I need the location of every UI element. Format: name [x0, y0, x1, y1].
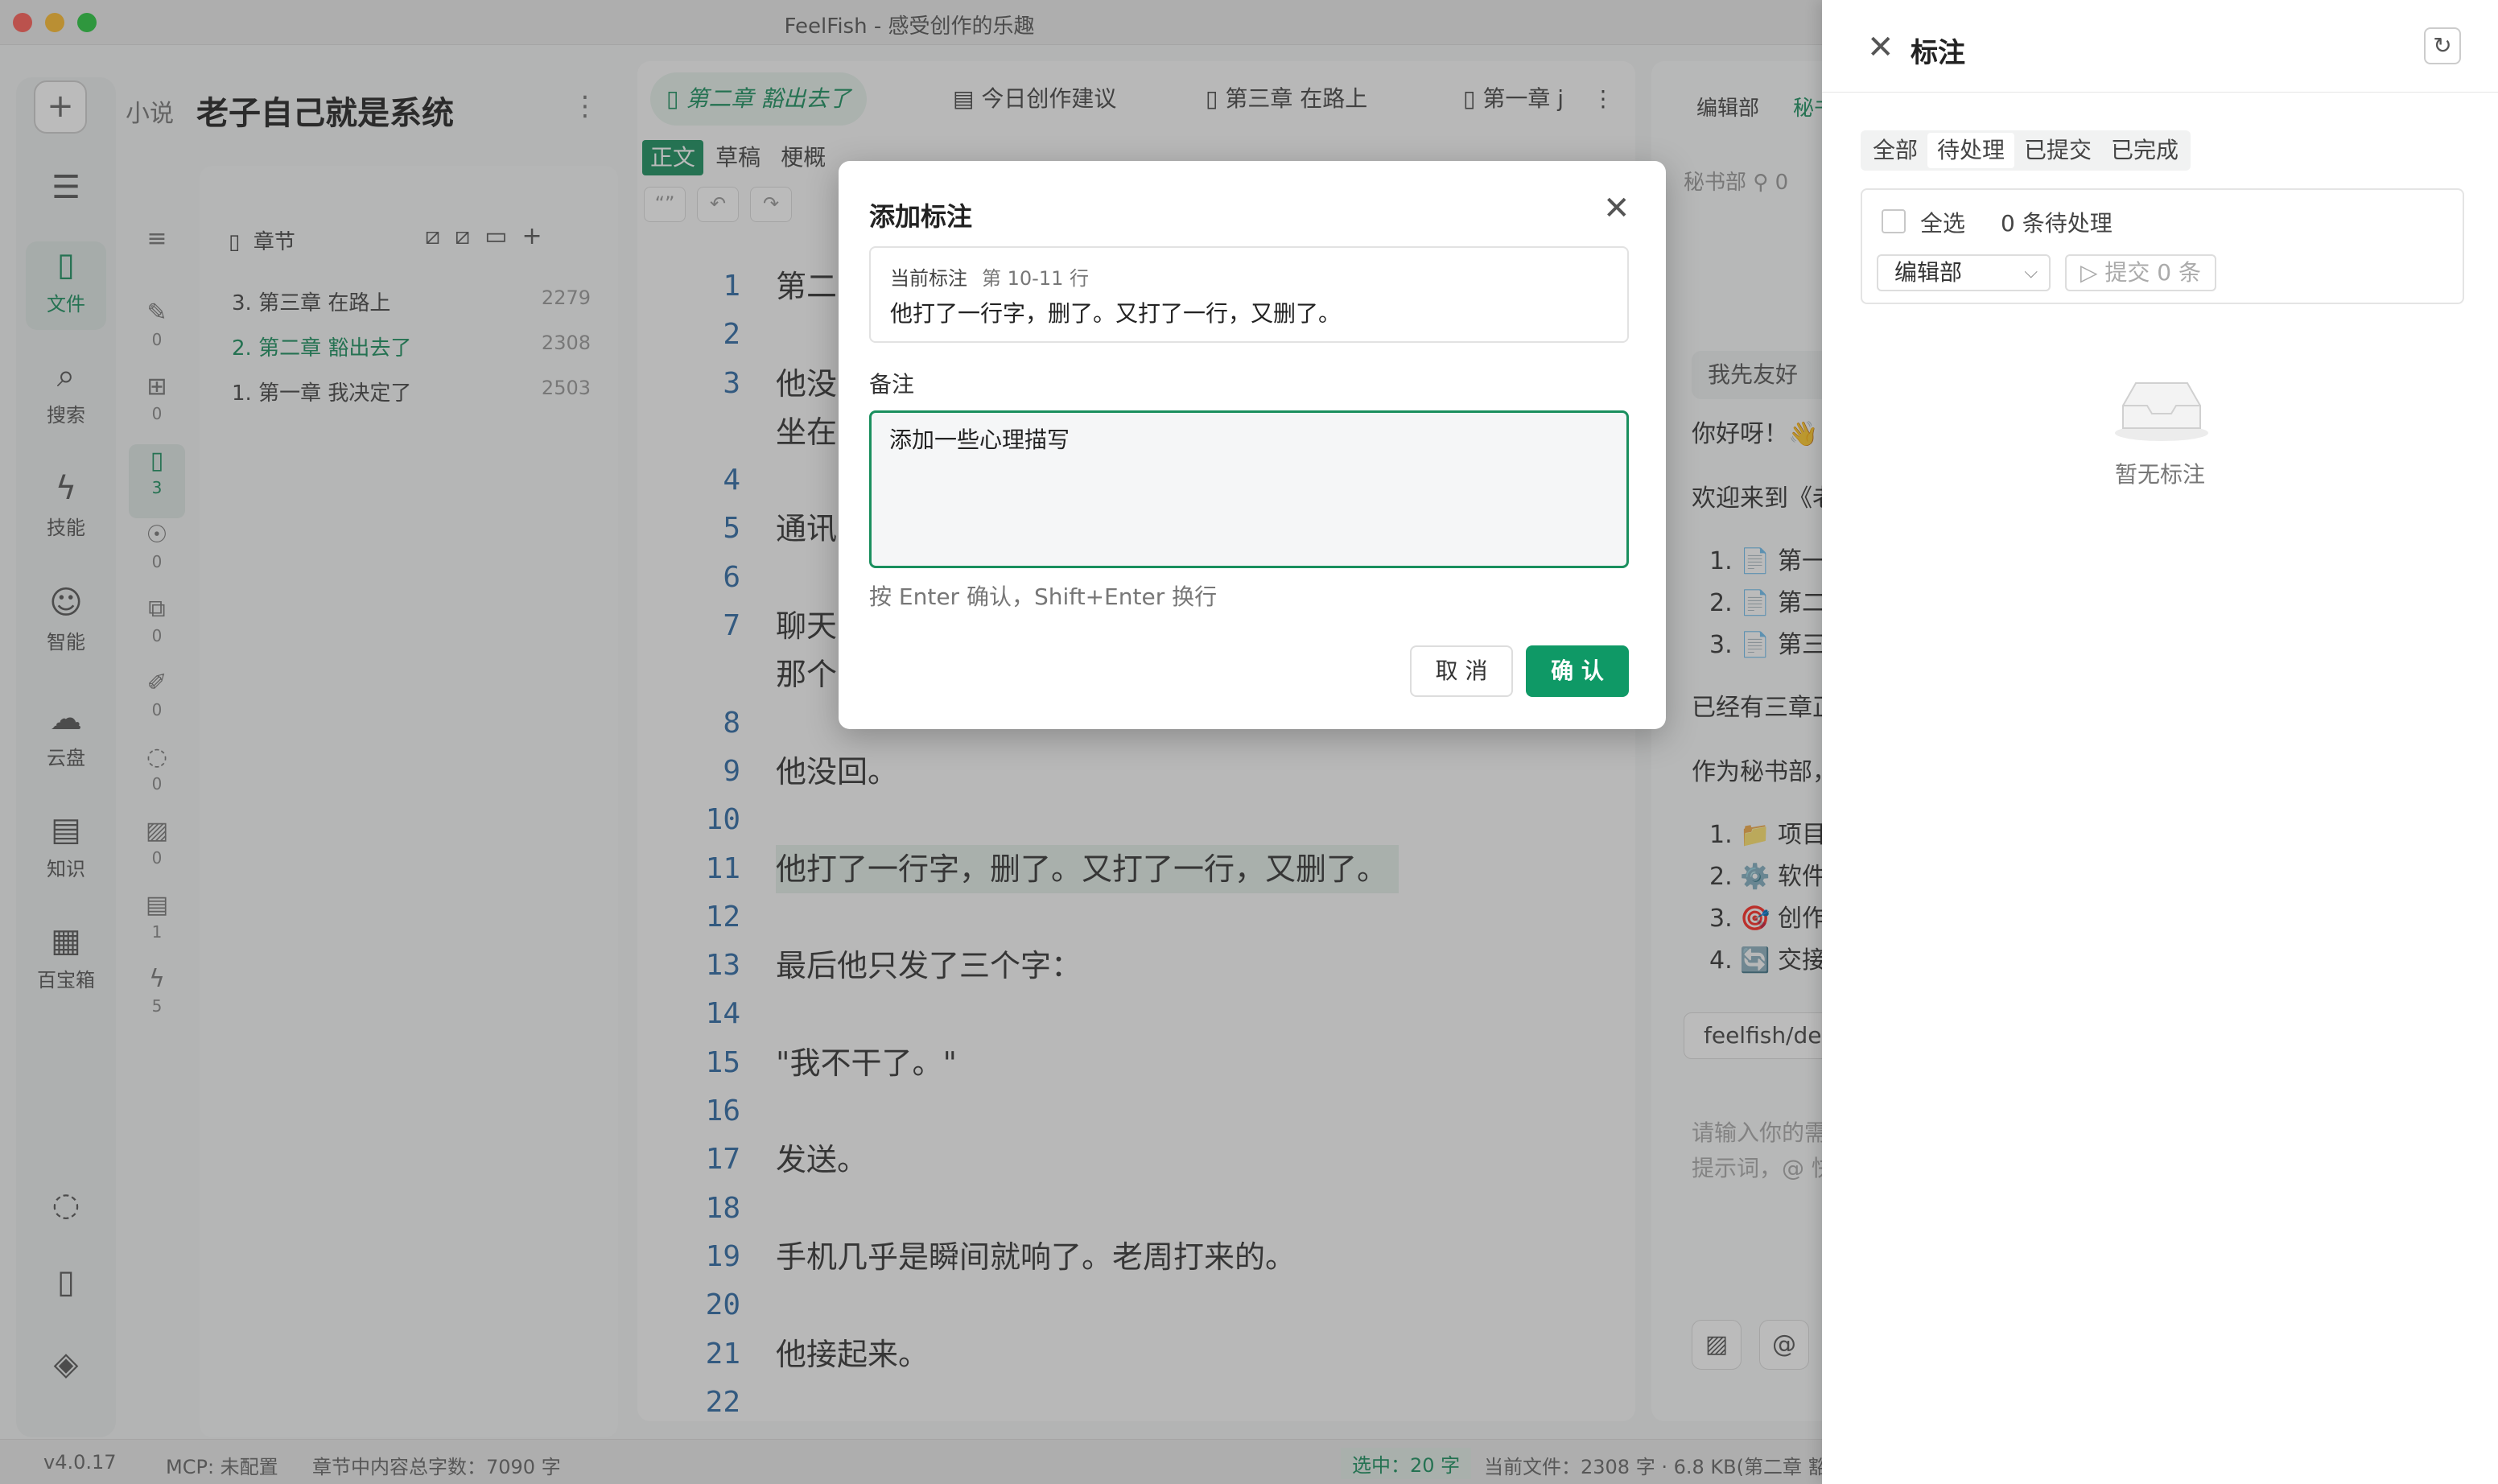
line-range: 第 10-11 行 [982, 267, 1089, 290]
add-annotation-dialog: 添加标注 ✕ 当前标注 第 10-11 行 他打了一行字，删了。又打了一行，又删… [839, 161, 1666, 729]
current-annotation-label: 当前标注 [890, 267, 967, 290]
department-value: 编辑部 [1894, 259, 1963, 286]
confirm-button[interactable]: 确 认 [1526, 645, 1629, 697]
drawer-title: 标注 [1911, 37, 1965, 69]
filter-done[interactable]: 已完成 [2101, 133, 2188, 168]
cancel-button[interactable]: 取 消 [1410, 645, 1513, 697]
send-icon: ▷ [2080, 259, 2098, 286]
filter-tabs: 全部 待处理 已提交 已完成 [1861, 130, 2191, 171]
close-icon[interactable]: ✕ [1867, 29, 1894, 66]
note-textarea[interactable]: 添加一些心理描写 [869, 410, 1629, 568]
select-all-checkbox[interactable] [1882, 209, 1906, 233]
filter-all[interactable]: 全部 [1863, 133, 1927, 168]
pending-count: 0 条待处理 [2001, 210, 2113, 237]
note-label: 备注 [869, 371, 915, 398]
dialog-title: 添加标注 [869, 201, 973, 232]
annotated-text: 他打了一行字，删了。又打了一行，又删了。 [890, 300, 1342, 327]
filter-pending[interactable]: 待处理 [1927, 133, 2015, 168]
close-icon[interactable]: ✕ [1603, 190, 1630, 227]
divider [1822, 92, 2498, 93]
annotations-drawer: ✕ 标注 ↻ 全部 待处理 已提交 已完成 全选 0 条待处理 编辑部 ⌵ ▷ 提交 0… [1822, 0, 2498, 1484]
chevron-down-icon: ⌵ [2024, 262, 2038, 282]
department-select[interactable]: 编辑部 ⌵ [1877, 254, 2051, 291]
empty-box-icon [2115, 382, 2208, 441]
filter-submitted[interactable]: 已提交 [2014, 133, 2101, 168]
submit-button[interactable]: ▷ 提交 0 条 [2065, 254, 2216, 291]
current-annotation-box: 当前标注 第 10-11 行 他打了一行字，删了。又打了一行，又删了。 [869, 246, 1629, 343]
select-all-label: 全选 [1920, 210, 1966, 237]
empty-state-text: 暂无标注 [2114, 461, 2205, 488]
keyboard-hint: 按 Enter 确认，Shift+Enter 换行 [869, 583, 1218, 610]
bulk-actions: 全选 0 条待处理 编辑部 ⌵ ▷ 提交 0 条 [1861, 188, 2464, 304]
refresh-icon[interactable]: ↻ [2424, 27, 2461, 64]
submit-label: 提交 0 条 [2104, 259, 2202, 286]
